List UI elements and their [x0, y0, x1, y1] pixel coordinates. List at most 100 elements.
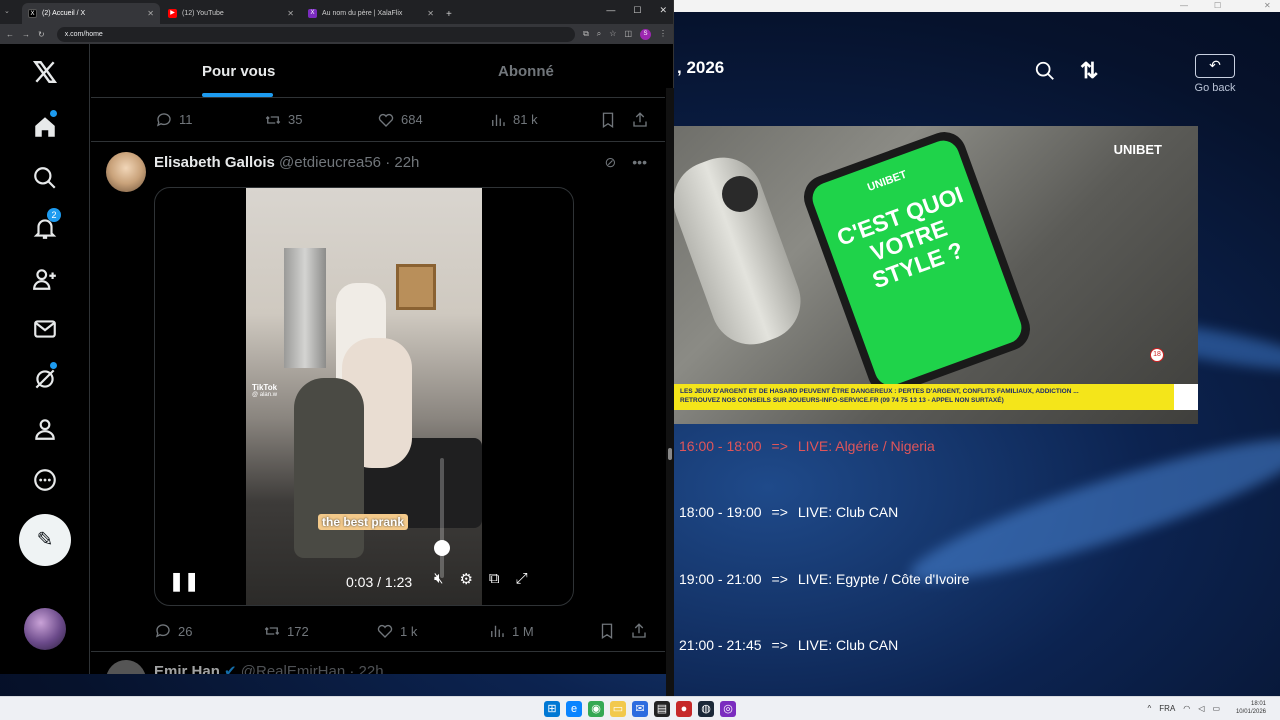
schedule-item[interactable]: 19:00 - 21:00 => LIVE: Egypte / Côte d'Ivo…	[679, 571, 969, 587]
maximize-icon[interactable]: ☐	[1214, 1, 1221, 10]
browser-tab[interactable]: ▶ (12) YouTube ✕	[162, 3, 300, 24]
views-button[interactable]: 81 k	[489, 111, 538, 129]
language-indicator[interactable]: FRA	[1159, 704, 1175, 713]
author-avatar[interactable]	[106, 660, 146, 674]
pause-icon[interactable]: ❚❚	[169, 571, 199, 592]
video-caption: the best prank	[318, 514, 409, 530]
extensions-icon[interactable]: ◫	[624, 29, 632, 40]
share-button[interactable]	[630, 622, 648, 640]
sort-icon[interactable]: ⇅	[1080, 58, 1098, 84]
grok-explain-icon[interactable]: ⊘	[605, 154, 617, 171]
schedule-item[interactable]: 16:00 - 18:00 => LIVE: Algérie / Nigeria	[679, 438, 935, 454]
profile-avatar[interactable]: S	[640, 28, 651, 40]
repost-button[interactable]: 172	[263, 622, 309, 640]
close-icon[interactable]: ✕	[427, 9, 434, 18]
notepad-icon[interactable]: ▤	[654, 701, 670, 717]
clock[interactable]: 18:01 10/01/2026	[1236, 700, 1266, 716]
views-button[interactable]: 1 M	[488, 622, 534, 640]
share-button[interactable]	[631, 111, 649, 129]
notifications-badge: 2	[47, 208, 61, 222]
repost-button[interactable]: 35	[264, 111, 302, 129]
minimize-icon[interactable]: —	[606, 5, 615, 16]
tab-for-you[interactable]: Pour vous	[202, 63, 275, 80]
schedule-item[interactable]: 21:00 - 21:45 => LIVE: Club CAN	[679, 637, 898, 653]
browser-tab[interactable]: X Au nom du père | XalaFlix ✕	[302, 3, 440, 24]
reply-button[interactable]: 26	[154, 622, 192, 640]
muted-speaker-icon[interactable]: 🔇︎	[434, 570, 443, 588]
zoom-icon[interactable]: ⌕	[597, 29, 601, 40]
speaker-icon[interactable]: ◁	[1198, 704, 1204, 713]
tray-chevron-icon[interactable]: ^	[1148, 704, 1152, 713]
account-avatar[interactable]	[24, 608, 66, 650]
like-button[interactable]: 684	[377, 111, 423, 129]
grok-icon[interactable]	[25, 359, 65, 399]
next-tweet[interactable]: Emir Han ✔ @RealEmirHan · 22h	[91, 654, 665, 674]
volume-slider[interactable]	[440, 458, 444, 578]
pip-icon[interactable]: ⧉	[489, 570, 500, 588]
author-name[interactable]: Elisabeth Gallois	[154, 154, 275, 171]
maximize-icon[interactable]: ☐	[633, 5, 641, 16]
minimize-icon[interactable]: —	[1180, 1, 1188, 10]
menu-icon[interactable]: ⋮	[659, 29, 667, 40]
edge-browser-icon[interactable]: e	[566, 701, 582, 717]
follow-people-icon[interactable]	[25, 259, 65, 299]
close-icon[interactable]: ✕	[147, 9, 154, 18]
bookmark-button[interactable]	[598, 622, 616, 640]
browser-tab[interactable]: X (2) Accueil / X ✕	[22, 3, 160, 24]
like-button[interactable]: 1 k	[376, 622, 417, 640]
tab-search-icon[interactable]: ⌄	[4, 7, 18, 21]
profile-person-icon[interactable]	[25, 409, 65, 449]
compose-post-button[interactable]: ✎	[19, 514, 71, 566]
close-icon[interactable]: ✕	[659, 5, 667, 16]
tab-following[interactable]: Abonné	[498, 63, 554, 80]
new-tab-icon[interactable]: +	[446, 9, 452, 20]
forward-icon[interactable]: →	[22, 30, 30, 39]
go-back-button[interactable]: ↶ Go back	[1194, 54, 1236, 98]
schedule-item[interactable]: 18:00 - 19:00 => LIVE: Club CAN	[679, 504, 898, 520]
video-time: 0:03 / 1:23	[346, 574, 413, 590]
more-icon[interactable]: •••	[632, 154, 647, 171]
author-handle[interactable]: @RealEmirHan	[241, 663, 345, 674]
search-icon[interactable]	[1034, 60, 1056, 82]
start-windows-icon[interactable]: ⊞	[544, 701, 560, 717]
warning-line-1: LES JEUX D'ARGENT ET DE HASARD PEUVENT Ê…	[680, 388, 1079, 395]
close-icon[interactable]: ✕	[287, 9, 294, 18]
reply-button[interactable]: 11	[155, 111, 193, 129]
url-input[interactable]: x.com/home	[56, 26, 576, 42]
cast-icon[interactable]: ⧉	[583, 29, 589, 40]
mail-icon[interactable]: ✉	[632, 701, 648, 717]
file-explorer-icon[interactable]: ▭	[610, 701, 626, 717]
messages-envelope-icon[interactable]	[25, 309, 65, 349]
battery-icon[interactable]: ▭	[1212, 704, 1220, 713]
tweet[interactable]: Elisabeth Gallois @etdieucrea56 · 22h ⊘ …	[91, 142, 665, 652]
steam-icon[interactable]: ◍	[698, 701, 714, 717]
back-icon[interactable]: ←	[6, 30, 14, 39]
close-icon[interactable]: ✕	[1264, 1, 1271, 10]
video-player[interactable]: TikTok @ alan.w the best prank ❚❚ 0:03 /…	[154, 187, 574, 606]
app-icon[interactable]: ●	[676, 701, 692, 717]
schedule-arrow: =>	[771, 504, 788, 520]
author-name[interactable]: Emir Han	[154, 663, 220, 674]
live-video-player[interactable]: UNIBET C'EST QUOI VOTRE STYLE ? UNIBET 1…	[674, 126, 1198, 424]
x-logo-icon[interactable]	[25, 52, 65, 92]
fullscreen-icon[interactable]: ⤢	[516, 570, 528, 588]
tiktok-logo-text: TikTok	[252, 383, 278, 392]
tweet-time[interactable]: · 22h	[385, 154, 419, 171]
explore-search-icon[interactable]	[25, 158, 65, 198]
star-icon[interactable]: ☆	[609, 29, 616, 40]
notifications-bell-icon[interactable]: 2	[25, 208, 65, 248]
bookmark-button[interactable]	[599, 111, 617, 129]
volume-slider-handle[interactable]	[434, 540, 450, 556]
reload-icon[interactable]: ↻	[38, 30, 45, 39]
media-app-icon[interactable]: ◎	[720, 701, 736, 717]
more-options-icon[interactable]	[25, 460, 65, 500]
wifi-icon[interactable]: ◠	[1183, 704, 1190, 713]
tweet-time[interactable]: · 22h	[349, 663, 383, 674]
settings-gear-icon[interactable]: ⚙	[459, 570, 472, 588]
page-scrollbar[interactable]	[666, 88, 674, 718]
author-handle[interactable]: @etdieucrea56	[279, 154, 381, 171]
scrollbar-thumb[interactable]	[668, 448, 672, 460]
author-avatar[interactable]	[106, 152, 146, 192]
home-icon[interactable]	[25, 107, 65, 147]
chrome-browser-icon[interactable]: ◉	[588, 701, 604, 717]
